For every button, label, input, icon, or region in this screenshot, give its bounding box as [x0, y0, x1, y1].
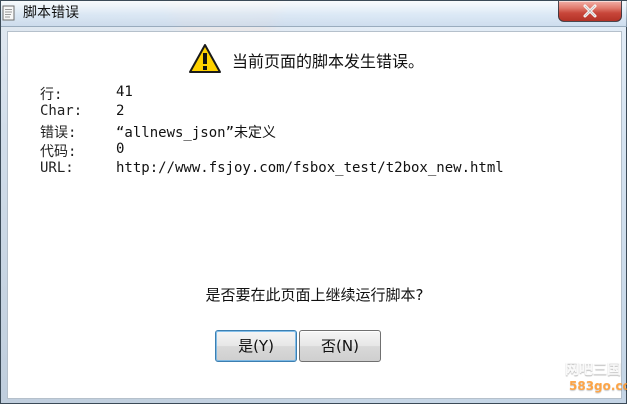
script-error-icon	[2, 5, 15, 21]
window-title: 脚本错误	[23, 5, 79, 21]
detail-label: 行:	[40, 87, 63, 103]
detail-label: Char:	[40, 103, 83, 119]
watermark-title: 网吧三国	[565, 362, 621, 378]
close-button[interactable]	[558, 1, 622, 22]
detail-label: 错误:	[40, 125, 77, 141]
dialog-content: 当前页面的脚本发生错误。 行: 41 Char: 2 错误: “allnews_…	[7, 31, 622, 399]
watermark-site: 583go.com	[569, 379, 627, 393]
detail-value: 2	[116, 103, 125, 119]
detail-row-url: URL: http://www.fsjoy.com/fsbox_test/t2b…	[40, 160, 600, 179]
error-details: 行: 41 Char: 2 错误: “allnews_json”未定义 代码: …	[40, 84, 600, 179]
detail-row-char: Char: 2	[40, 103, 600, 122]
no-button[interactable]: 否(N)	[299, 330, 381, 362]
error-message: 当前页面的脚本发生错误。	[232, 52, 425, 71]
dialog-header: 当前页面的脚本发生错误。	[8, 40, 621, 74]
detail-row-code: 代码: 0	[40, 141, 600, 160]
title-bar: 脚本错误	[1, 1, 627, 27]
detail-row-error: 错误: “allnews_json”未定义	[40, 122, 600, 141]
continue-question: 是否要在此页面上继续运行脚本?	[205, 286, 424, 304]
detail-value: http://www.fsjoy.com/fsbox_test/t2box_ne…	[116, 160, 504, 176]
watermark: 网吧三国 583go.com	[517, 355, 627, 401]
detail-label: 代码:	[40, 144, 77, 160]
detail-label: URL:	[40, 160, 74, 176]
yes-button[interactable]: 是(Y)	[215, 330, 297, 362]
script-error-dialog-window: 脚本错误 当前页面的脚本发生错误。 行: 41 Char: 2 错误: “all…	[0, 0, 627, 404]
warning-icon	[189, 44, 221, 73]
detail-value: 41	[116, 84, 133, 100]
close-icon	[583, 4, 597, 18]
detail-row-line: 行: 41	[40, 84, 600, 103]
detail-value: “allnews_json”未定义	[116, 125, 277, 141]
watermark-logo-icon	[519, 357, 559, 397]
detail-value: 0	[116, 141, 125, 157]
